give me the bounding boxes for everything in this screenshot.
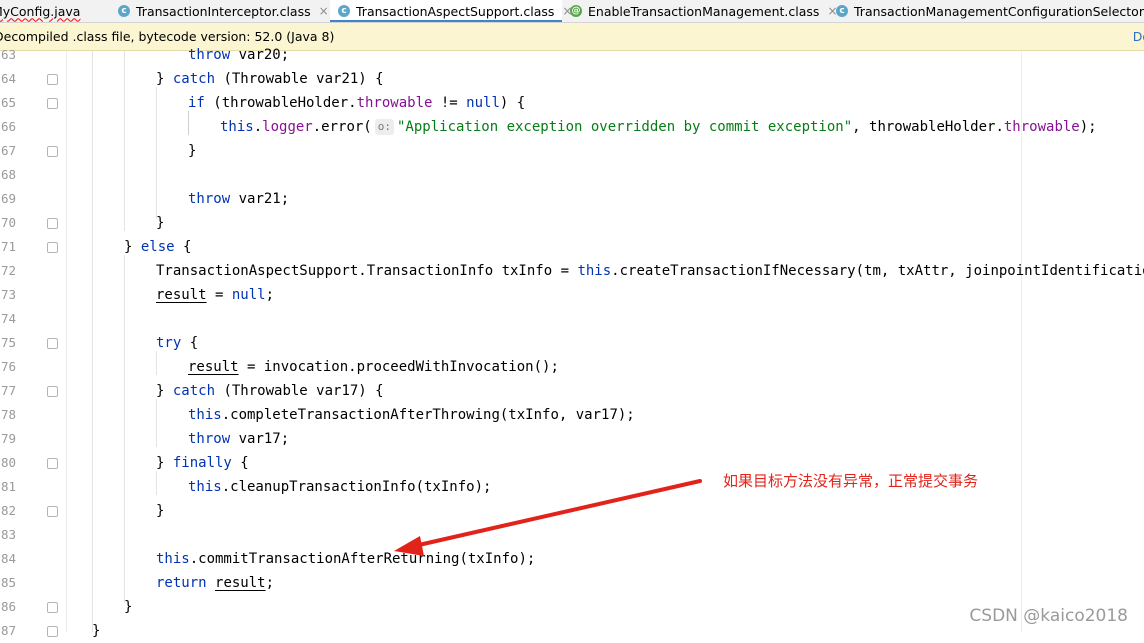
watermark: CSDN @kaico2018 bbox=[969, 606, 1128, 626]
annotation-text: 如果目标方法没有异常，正常提交事务 bbox=[723, 472, 979, 490]
annotation-arrow bbox=[394, 479, 702, 556]
